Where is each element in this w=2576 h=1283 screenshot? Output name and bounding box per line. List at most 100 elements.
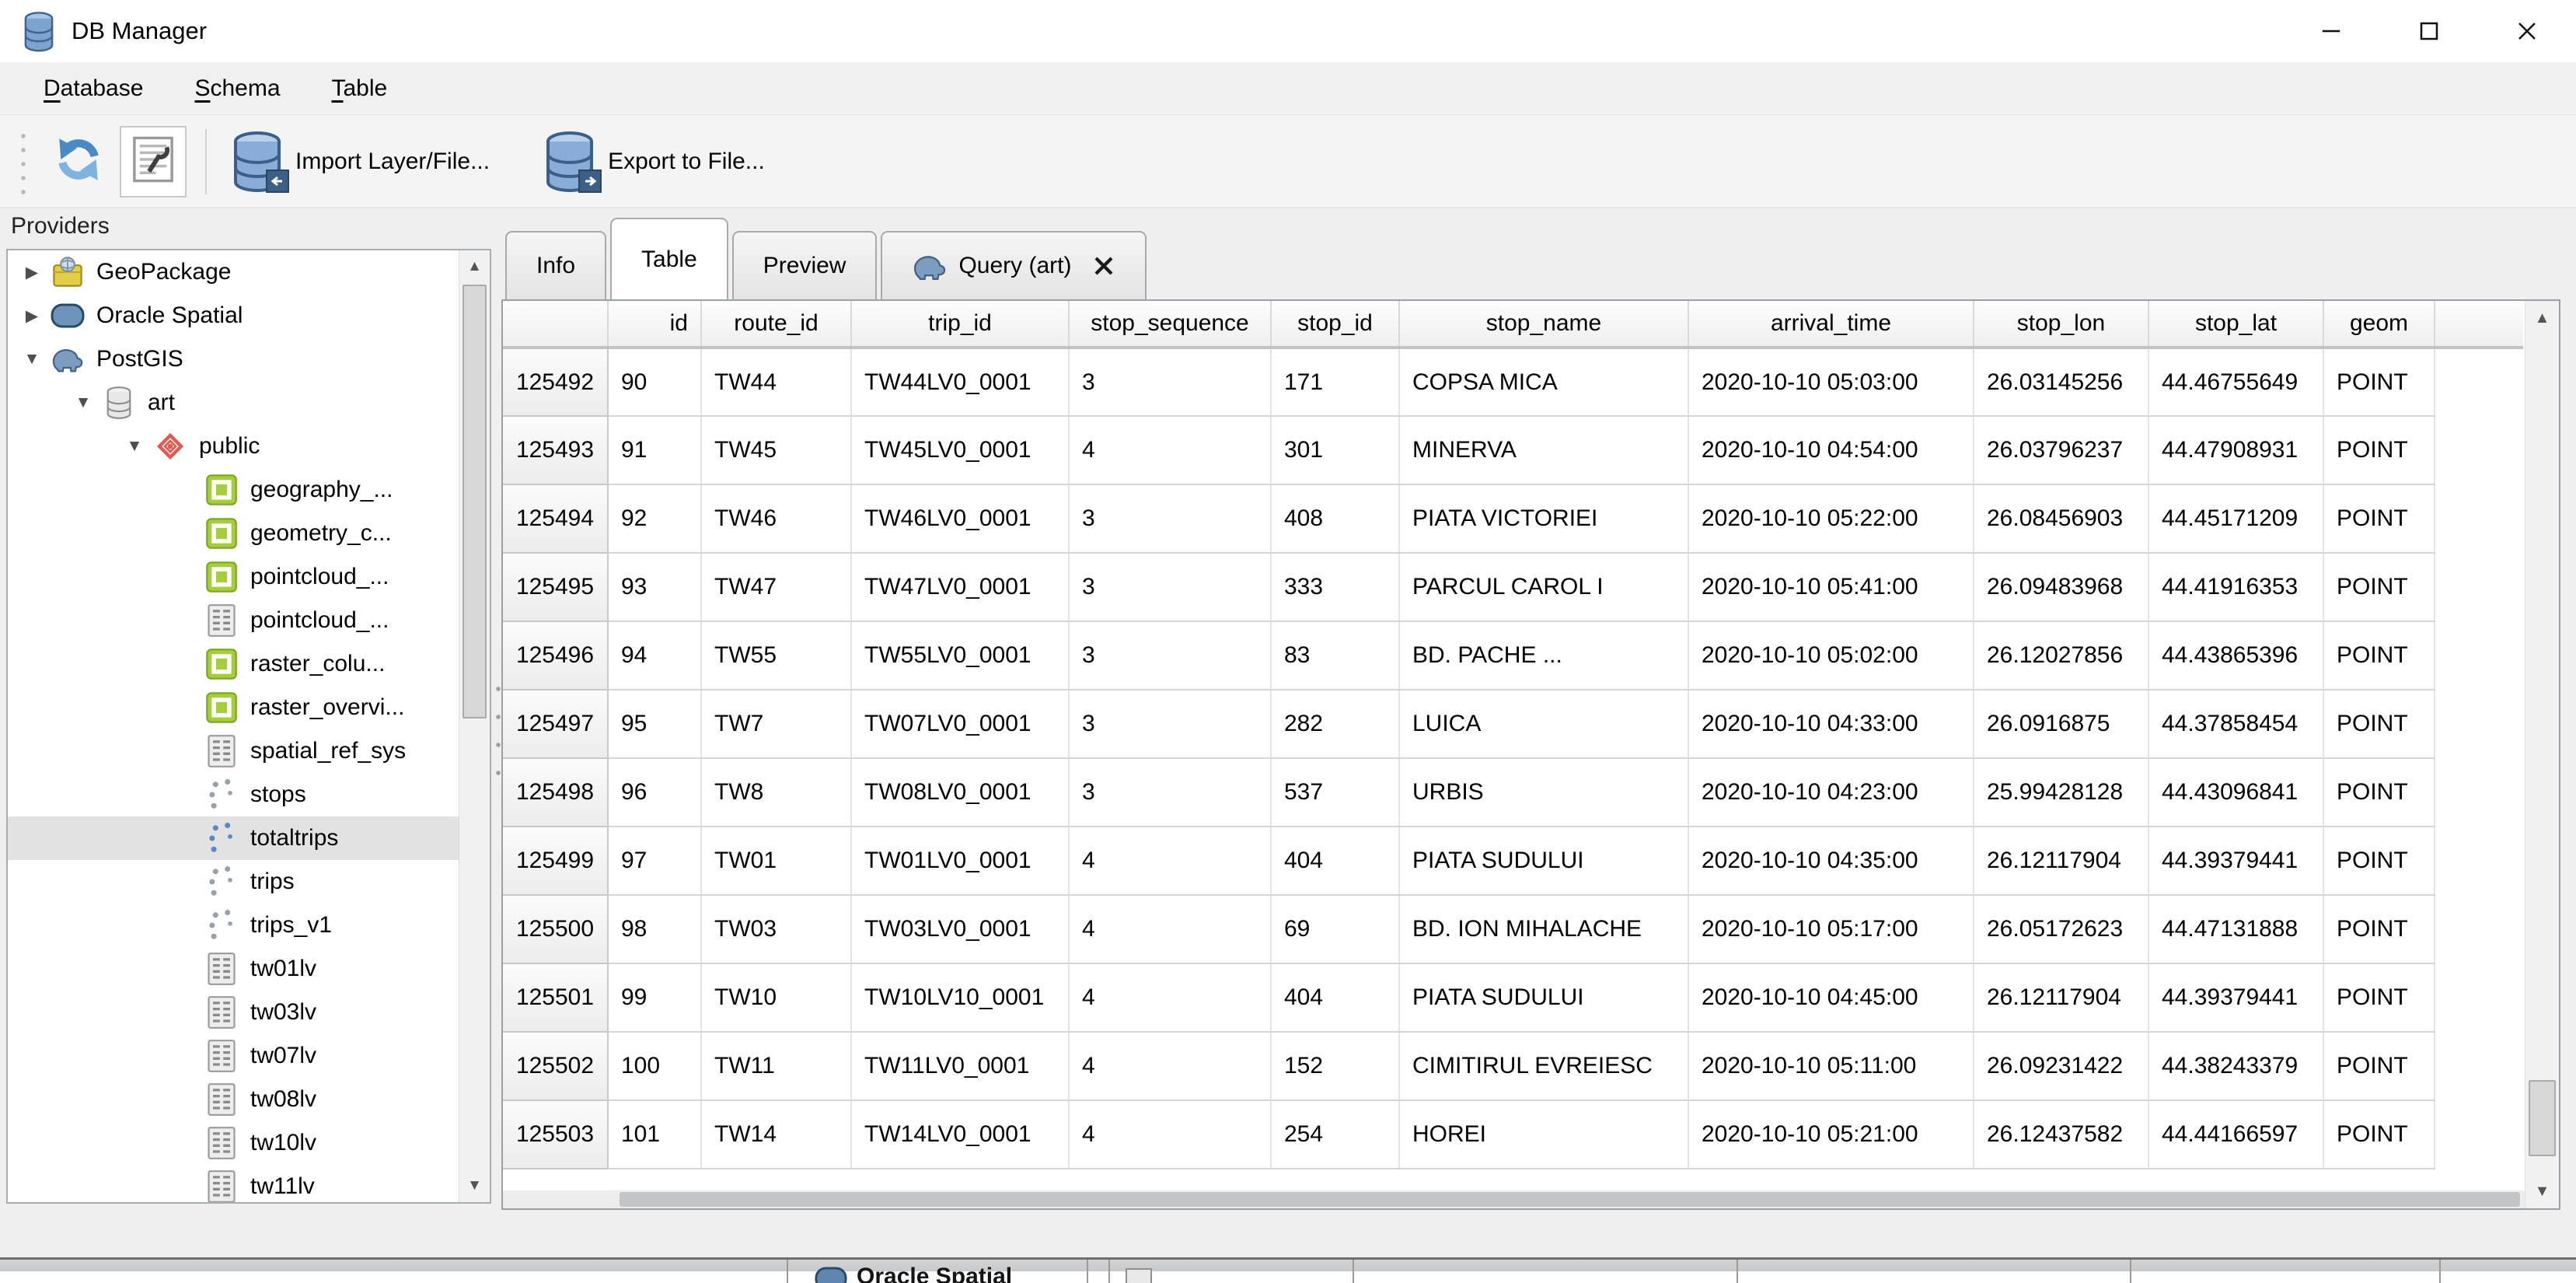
cell-stop-name[interactable]: PARCUL CAROL I	[1399, 553, 1688, 621]
cell-stop-lat[interactable]: 44.39379441	[2148, 963, 2323, 1032]
col-header-stop-id[interactable]: stop_id	[1271, 301, 1399, 348]
cell-arrival-time[interactable]: 2020-10-10 05:11:00	[1688, 1032, 1974, 1100]
cell-stop-sequence[interactable]: 4	[1069, 1032, 1271, 1100]
tree-item-geometry-columns[interactable]: geometry_c...	[8, 512, 459, 555]
cell-stop-lon[interactable]: 26.12437582	[1974, 1100, 2148, 1169]
row-number[interactable]: 125502	[503, 1032, 608, 1100]
maximize-button[interactable]	[2380, 0, 2478, 62]
background-tree-item[interactable]: Oracle Spatial	[857, 1264, 1012, 1283]
import-layer-button[interactable]: Import Layer/File...	[227, 131, 490, 193]
cell-id[interactable]: 99	[608, 963, 701, 1032]
cell-stop-id[interactable]: 69	[1271, 895, 1399, 963]
cell-stop-lat[interactable]: 44.47908931	[2148, 416, 2323, 484]
row-number[interactable]: 125495	[503, 553, 608, 621]
cell-arrival-time[interactable]: 2020-10-10 04:35:00	[1688, 827, 1974, 895]
row-number[interactable]: 125503	[503, 1100, 608, 1169]
tree-item-public[interactable]: ▼ public	[8, 425, 459, 468]
cell-stop-sequence[interactable]: 3	[1069, 621, 1271, 690]
scroll-up-icon[interactable]: ▲	[2525, 301, 2559, 335]
cell-stop-id[interactable]: 171	[1271, 348, 1399, 416]
tree-item-geopackage[interactable]: ▶ GeoPackage	[8, 250, 459, 294]
close-button[interactable]	[2478, 0, 2576, 62]
cell-trip-id[interactable]: TW01LV0_0001	[851, 827, 1069, 895]
row-number[interactable]: 125498	[503, 758, 608, 827]
cell-stop-id[interactable]: 408	[1271, 484, 1399, 553]
cell-stop-sequence[interactable]: 3	[1069, 690, 1271, 758]
cell-stop-name[interactable]: PIATA SUDULUI	[1399, 827, 1688, 895]
tree-item-tw08lv[interactable]: tw08lv	[8, 1078, 459, 1121]
cell-stop-id[interactable]: 254	[1271, 1100, 1399, 1169]
cell-geom[interactable]: POINT	[2323, 416, 2435, 484]
tree-item-art[interactable]: ▼ art	[8, 381, 459, 425]
tree-item-tw03lv[interactable]: tw03lv	[8, 991, 459, 1034]
cell-geom[interactable]: POINT	[2323, 758, 2435, 827]
cell-stop-lat[interactable]: 44.41916353	[2148, 553, 2323, 621]
cell-geom[interactable]: POINT	[2323, 348, 2435, 416]
cell-stop-name[interactable]: MINERVA	[1399, 416, 1688, 484]
tab-close-icon[interactable]	[1092, 254, 1115, 278]
cell-geom[interactable]: POINT	[2323, 827, 2435, 895]
cell-stop-id[interactable]: 537	[1271, 758, 1399, 827]
col-header-id[interactable]: id	[608, 301, 701, 348]
tree-item-trips-v1[interactable]: trips_v1	[8, 904, 459, 947]
col-header-stop-name[interactable]: stop_name	[1399, 301, 1688, 348]
cell-id[interactable]: 93	[608, 553, 701, 621]
cell-id[interactable]: 91	[608, 416, 701, 484]
cell-arrival-time[interactable]: 2020-10-10 05:03:00	[1688, 348, 1974, 416]
tree-item-tw11lv[interactable]: tw11lv	[8, 1165, 459, 1204]
splitter-handle[interactable]	[495, 675, 501, 784]
tree-item-stops[interactable]: stops	[8, 773, 459, 816]
tree-item-pointcloud-2[interactable]: pointcloud_...	[8, 599, 459, 642]
cell-stop-lat[interactable]: 44.43096841	[2148, 758, 2323, 827]
cell-stop-lon[interactable]: 26.03145256	[1974, 348, 2148, 416]
cell-stop-lat[interactable]: 44.38243379	[2148, 1032, 2323, 1100]
cell-stop-id[interactable]: 404	[1271, 827, 1399, 895]
cell-stop-lon[interactable]: 25.99428128	[1974, 758, 2148, 827]
cell-stop-id[interactable]: 282	[1271, 690, 1399, 758]
cell-route-id[interactable]: TW14	[701, 1100, 851, 1169]
cell-stop-sequence[interactable]: 3	[1069, 348, 1271, 416]
col-header-stop-lon[interactable]: stop_lon	[1974, 301, 2148, 348]
tree-item-raster-columns[interactable]: raster_colu...	[8, 642, 459, 686]
row-number[interactable]: 125500	[503, 895, 608, 963]
cell-stop-lon[interactable]: 26.12027856	[1974, 621, 2148, 690]
cell-stop-sequence[interactable]: 3	[1069, 758, 1271, 827]
cell-route-id[interactable]: TW55	[701, 621, 851, 690]
cell-stop-lon[interactable]: 26.12117904	[1974, 963, 2148, 1032]
cell-stop-id[interactable]: 404	[1271, 963, 1399, 1032]
row-number[interactable]: 125493	[503, 416, 608, 484]
row-number[interactable]: 125499	[503, 827, 608, 895]
cell-stop-name[interactable]: PIATA VICTORIEI	[1399, 484, 1688, 553]
cell-trip-id[interactable]: TW07LV0_0001	[851, 690, 1069, 758]
cell-arrival-time[interactable]: 2020-10-10 04:45:00	[1688, 963, 1974, 1032]
cell-stop-lat[interactable]: 44.37858454	[2148, 690, 2323, 758]
cell-route-id[interactable]: TW47	[701, 553, 851, 621]
cell-arrival-time[interactable]: 2020-10-10 05:41:00	[1688, 553, 1974, 621]
cell-stop-sequence[interactable]: 4	[1069, 963, 1271, 1032]
cell-route-id[interactable]: TW46	[701, 484, 851, 553]
col-header-route-id[interactable]: route_id	[701, 301, 851, 348]
table-vertical-scrollbar[interactable]: ▲ ▼	[2525, 301, 2559, 1208]
scroll-up-icon[interactable]: ▲	[459, 250, 490, 283]
cell-stop-id[interactable]: 152	[1271, 1032, 1399, 1100]
cell-geom[interactable]: POINT	[2323, 621, 2435, 690]
col-header-rownum[interactable]	[503, 301, 608, 348]
row-number[interactable]: 125497	[503, 690, 608, 758]
cell-id[interactable]: 95	[608, 690, 701, 758]
row-number[interactable]: 125494	[503, 484, 608, 553]
cell-route-id[interactable]: TW45	[701, 416, 851, 484]
tab-preview[interactable]: Preview	[732, 231, 878, 299]
cell-stop-lon[interactable]: 26.03796237	[1974, 416, 2148, 484]
cell-id[interactable]: 90	[608, 348, 701, 416]
toolbar-grip[interactable]	[20, 129, 26, 194]
table-horizontal-scrollbar[interactable]	[503, 1190, 2525, 1208]
cell-arrival-time[interactable]: 2020-10-10 05:21:00	[1688, 1100, 1974, 1169]
cell-stop-lat[interactable]: 44.44166597	[2148, 1100, 2323, 1169]
sql-window-button[interactable]	[120, 126, 187, 198]
cell-stop-sequence[interactable]: 3	[1069, 553, 1271, 621]
col-header-stop-sequence[interactable]: stop_sequence	[1069, 301, 1271, 348]
tree-item-totaltrips[interactable]: totaltrips	[8, 816, 459, 860]
menu-table[interactable]: Table	[309, 69, 411, 108]
cell-geom[interactable]: POINT	[2323, 484, 2435, 553]
refresh-button[interactable]	[45, 126, 112, 198]
